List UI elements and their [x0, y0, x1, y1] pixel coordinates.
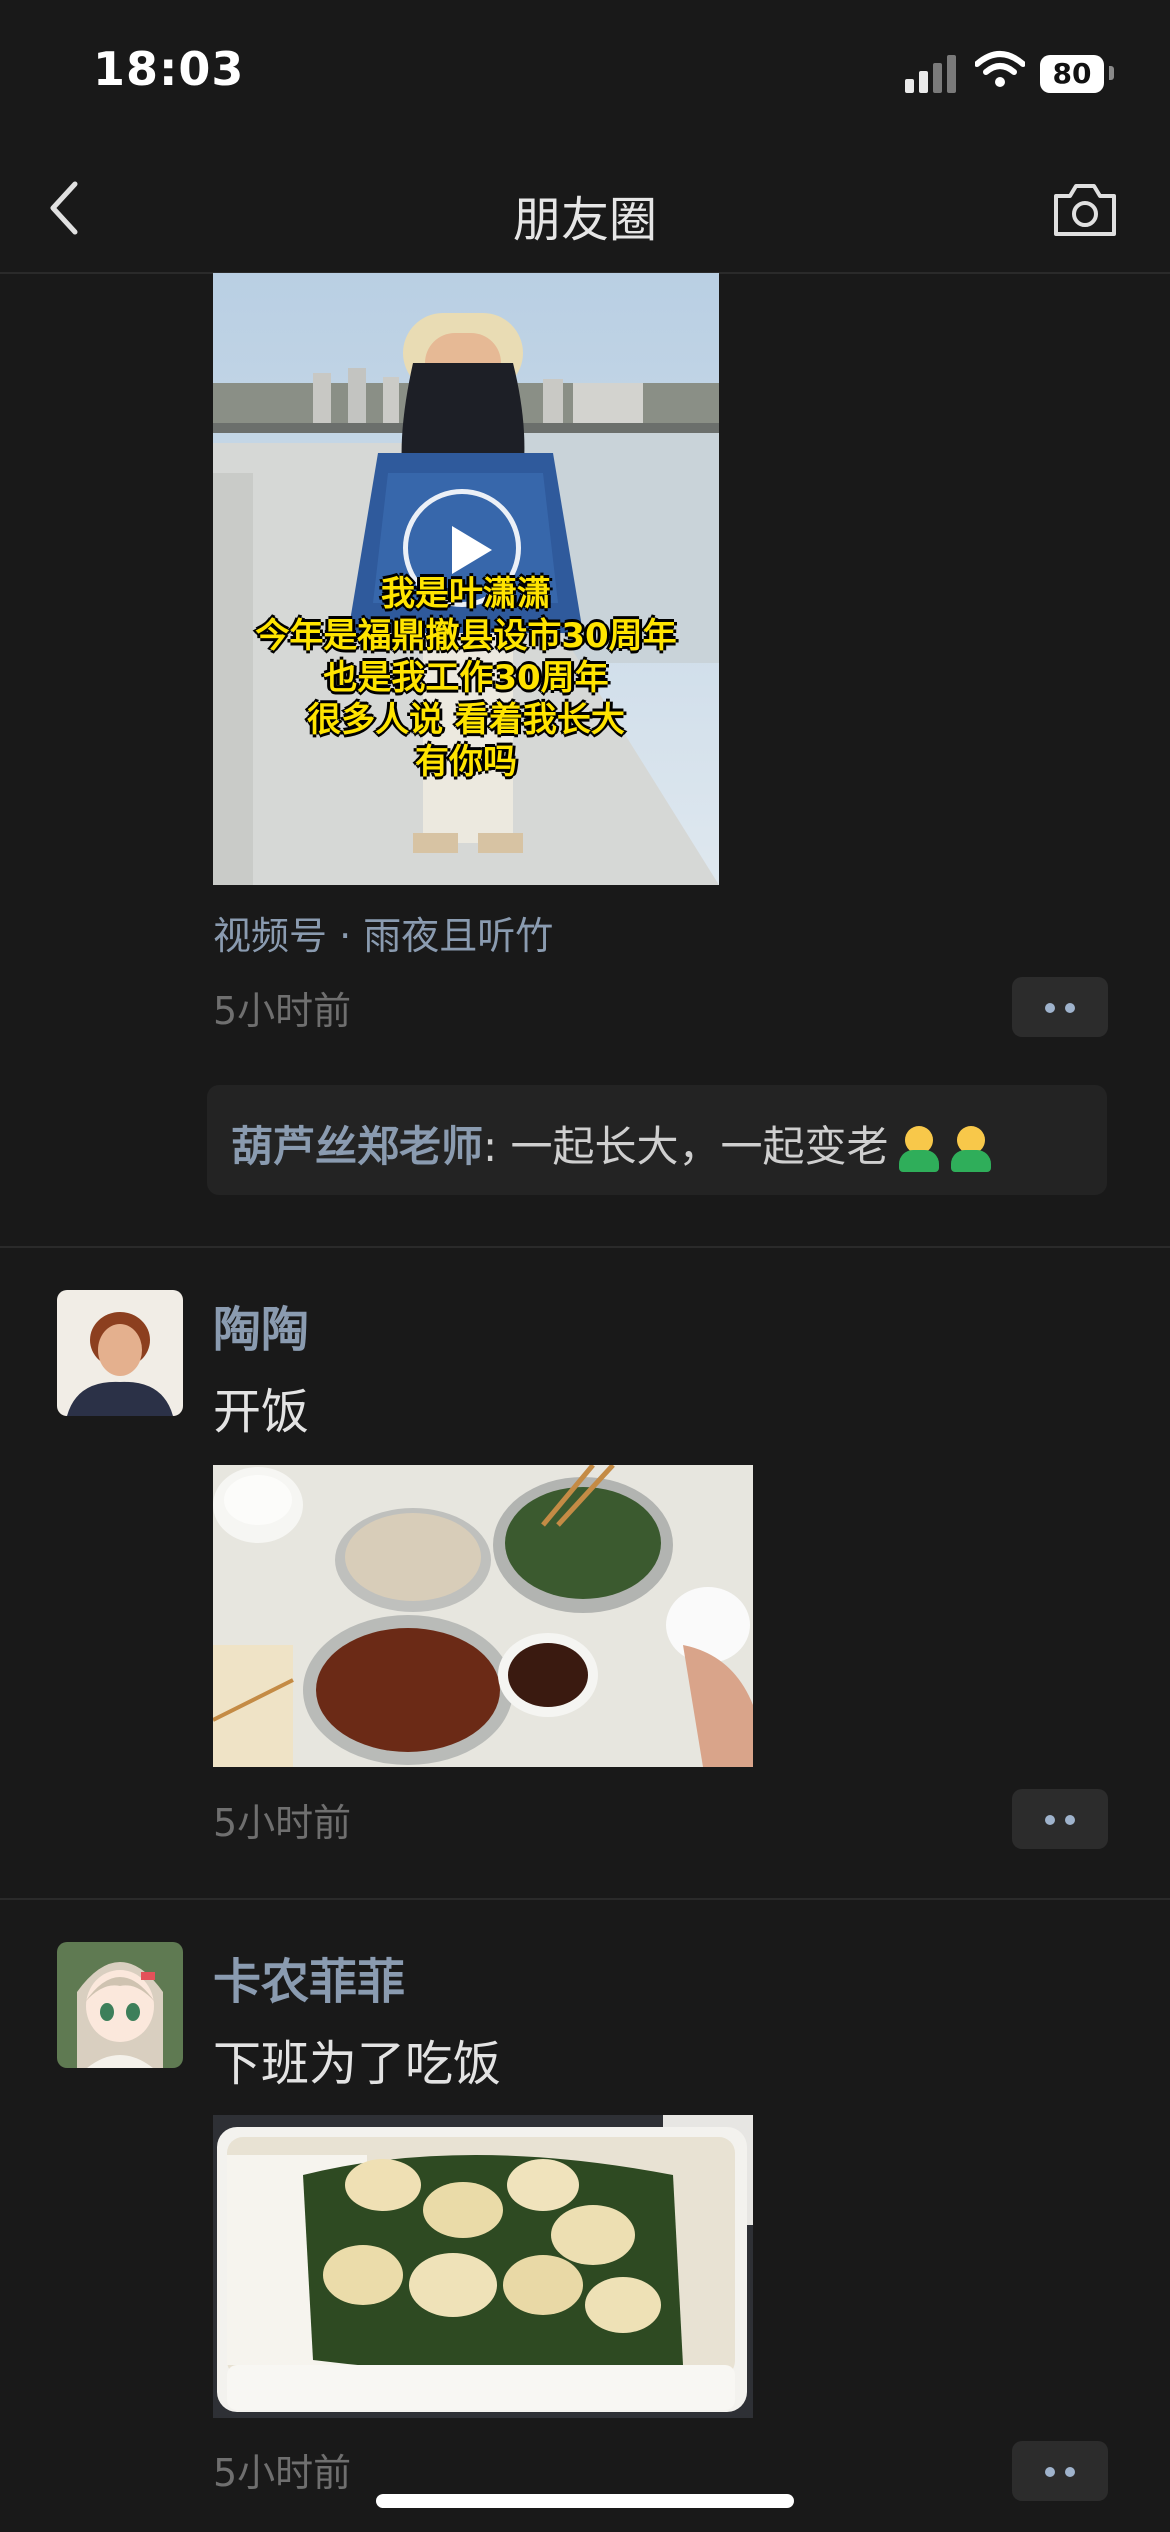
divider: [0, 1898, 1170, 1900]
home-indicator[interactable]: [376, 2494, 794, 2508]
page-title: 朋友圈: [512, 192, 657, 248]
video-caption: 我是叶潇潇 今年是福鼎撤县设市30周年 也是我工作30周年 很多人说 看着我长大…: [255, 574, 677, 782]
post-time: 5小时前: [213, 989, 352, 1033]
person-emoji-icon: [949, 1125, 993, 1174]
channel-source-link[interactable]: 视频号 · 雨夜且听竹: [213, 905, 553, 960]
person-emoji-icon: [897, 1125, 941, 1174]
cellular-signal-icon: [905, 55, 961, 93]
video-thumbnail[interactable]: 我是叶潇潇 今年是福鼎撤县设市30周年 也是我工作30周年 很多人说 看着我长大…: [213, 273, 719, 885]
status-bar: 18:03 80: [0, 0, 1170, 140]
post-text: 下班为了吃饭: [213, 2036, 502, 2092]
post-time: 5小时前: [213, 1801, 352, 1845]
post-text: 开饭: [213, 1384, 310, 1440]
avatar[interactable]: [57, 1290, 183, 1416]
nav-bar: 朋友圈: [0, 150, 1170, 274]
poster-name[interactable]: 卡农菲菲: [213, 1942, 405, 2012]
post-image[interactable]: [213, 1465, 753, 1767]
avatar[interactable]: [57, 1942, 183, 2068]
divider: [0, 1246, 1170, 1248]
more-actions-button[interactable]: [1012, 2441, 1108, 2501]
comment-author[interactable]: 葫芦丝郑老师: [231, 1122, 483, 1171]
wifi-icon: [974, 50, 1026, 94]
more-actions-button[interactable]: [1012, 1789, 1108, 1849]
camera-icon[interactable]: [1050, 180, 1120, 244]
comment-box: 葫芦丝郑老师: 一起长大，一起变老: [207, 1085, 1107, 1195]
battery-icon: 80: [1040, 55, 1104, 93]
post-time: 5小时前: [213, 2451, 352, 2495]
status-time: 18:03: [93, 42, 245, 96]
post-image[interactable]: [213, 2115, 753, 2418]
poster-name[interactable]: 陶陶: [213, 1290, 309, 1360]
comment-text: : 一起长大，一起变老: [483, 1122, 889, 1171]
more-actions-button[interactable]: [1012, 977, 1108, 1037]
comment[interactable]: 葫芦丝郑老师: 一起长大，一起变老: [231, 1113, 993, 1174]
battery-cap: [1109, 66, 1114, 80]
